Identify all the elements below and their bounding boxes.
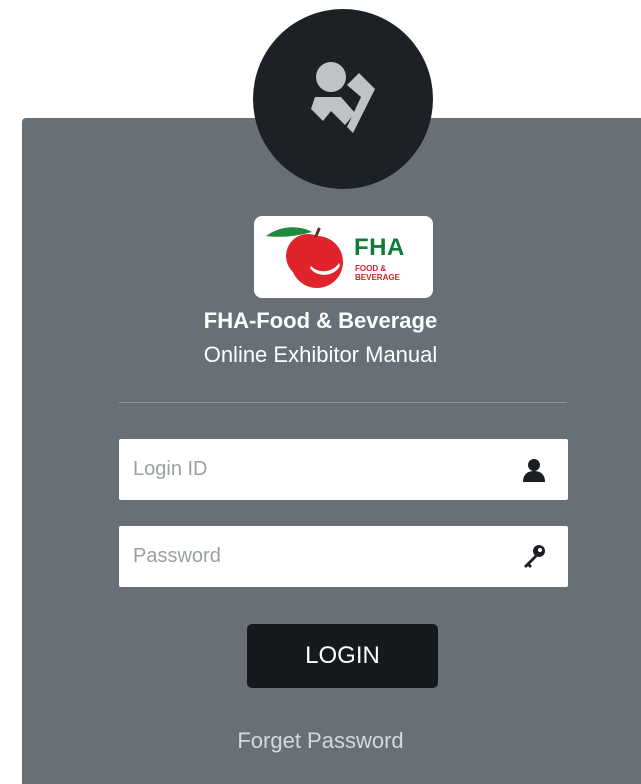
login-button[interactable]: LOGIN: [247, 624, 438, 688]
fha-logo: FHA FOOD & BEVERAGE: [254, 216, 433, 298]
key-icon: [524, 545, 545, 568]
login-id-field[interactable]: [119, 439, 568, 500]
password-input[interactable]: [119, 526, 513, 587]
page-subtitle: Online Exhibitor Manual: [203, 342, 438, 367]
forget-password-link[interactable]: Forget Password: [0, 728, 641, 754]
exhibitor-user-icon: [311, 62, 375, 133]
password-field[interactable]: [119, 526, 568, 587]
avatar-circle: [253, 9, 433, 189]
login-page: FHA FOOD & BEVERAGE FHA-Food & Beverage …: [0, 0, 641, 784]
user-icon: [523, 459, 545, 482]
divider: [119, 402, 567, 403]
login-id-input[interactable]: [119, 439, 513, 500]
logo-sub-text-2: BEVERAGE: [355, 273, 400, 282]
page-title: FHA-Food & Beverage: [203, 308, 438, 333]
apple-logo-icon: [266, 227, 343, 288]
logo-brand-text: FHA: [354, 234, 405, 261]
logo-sub-text-1: FOOD &: [355, 264, 387, 273]
